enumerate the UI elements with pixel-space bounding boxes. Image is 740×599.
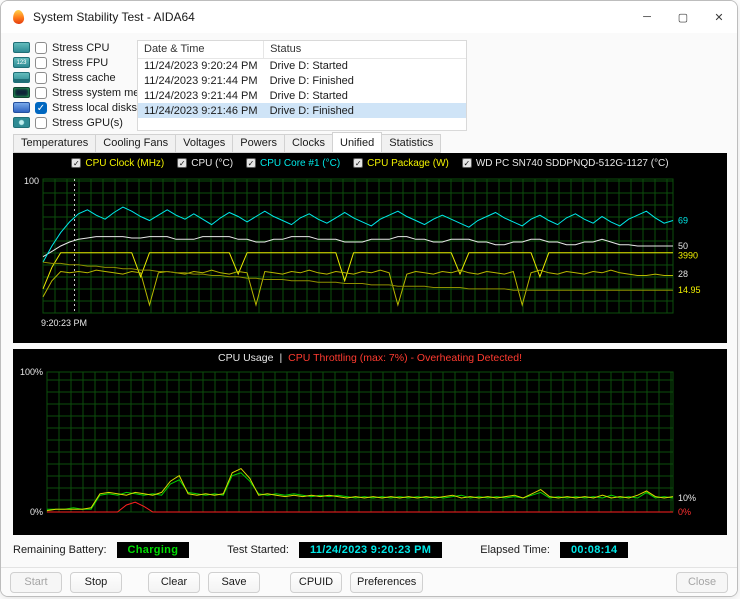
log-cell: Drive D: Started xyxy=(269,59,348,72)
tab-bar: Temperatures Cooling Fans Voltages Powers Cl… xyxy=(13,132,442,153)
stress-cache-checkbox[interactable] xyxy=(35,71,47,84)
legend-checkbox-cpu-c-[interactable]: ✓ xyxy=(177,158,188,168)
log-row[interactable]: 11/24/2023 9:21:44 PM Drive D: Finished xyxy=(138,73,466,88)
svg-text:3990: 3990 xyxy=(678,250,698,260)
log-column-header: Status xyxy=(263,41,466,59)
stress-option-label: Stress GPU(s) xyxy=(52,116,123,129)
start-button[interactable]: Start xyxy=(10,571,62,593)
clear-button[interactable]: Clear xyxy=(148,571,200,593)
svg-text:69: 69 xyxy=(678,216,688,226)
tab-statistics[interactable]: Statistics xyxy=(381,134,442,153)
preferences-button[interactable]: Preferences xyxy=(350,571,424,593)
tab-powers[interactable]: Powers xyxy=(232,134,285,153)
stress-system-memory-checkbox[interactable] xyxy=(35,86,47,99)
log-cell: 11/24/2023 9:20:24 PM xyxy=(144,59,258,72)
status-bar: Remaining Battery: Charging Test Started… xyxy=(13,542,725,558)
svg-text:9:20:23 PM: 9:20:23 PM xyxy=(41,318,87,328)
memory-icon xyxy=(13,87,30,98)
tab-cooling-fans[interactable]: Cooling Fans xyxy=(95,134,177,153)
cache-icon xyxy=(13,72,30,83)
unified-sensor-graph: 695039902814.951009:20:23 PM xyxy=(24,176,701,328)
event-log-header: Date & Time Status xyxy=(138,41,466,59)
stress-option-label: Stress CPU xyxy=(52,41,110,54)
save-button[interactable]: Save xyxy=(208,571,260,593)
test-started-value: 11/24/2023 9:20:23 PM xyxy=(299,542,443,558)
log-cell: 11/24/2023 9:21:46 PM xyxy=(144,104,258,117)
log-cell: 11/24/2023 9:21:44 PM xyxy=(144,89,258,102)
event-log-table[interactable]: Date & Time Status 11/24/2023 9:20:24 PM D… xyxy=(137,40,467,131)
stress-option-label: Stress local disks xyxy=(52,101,137,114)
cpu-usage-title-text: CPU Usage xyxy=(217,352,274,364)
button-bar: Start Stop Clear Save CPUID Preferences … xyxy=(1,567,737,596)
log-cell: Drive D: Finished xyxy=(269,104,354,117)
legend-item-cpu-c-: ✓ CPU (°C) xyxy=(177,158,233,169)
cpuid-button[interactable]: CPUID xyxy=(290,571,342,593)
cpu-usage-chart-title: CPU Usage | CPU Throttling (max: 7%) - O… xyxy=(13,349,727,367)
stop-button[interactable]: Stop xyxy=(70,571,122,593)
cpu-usage-graph: 10% 0% 100% 0% xyxy=(20,367,696,517)
svg-text:14.95: 14.95 xyxy=(678,285,701,295)
svg-text:0%: 0% xyxy=(678,507,691,517)
svg-text:10%: 10% xyxy=(678,493,696,503)
tab-unified[interactable]: Unified xyxy=(332,132,383,153)
log-cell: Drive D: Finished xyxy=(269,74,354,87)
app-flame-icon xyxy=(12,9,25,25)
unified-chart-panel: ✓ CPU Clock (MHz) ✓ CPU (°C) ✓ CPU Core #1 (°… xyxy=(13,153,727,343)
elapsed-time-value: 00:08:14 xyxy=(559,542,629,558)
minimize-button[interactable]: ─ xyxy=(629,2,665,32)
stress-option-label: Stress cache xyxy=(52,71,116,84)
log-column-header: Date & Time xyxy=(138,41,264,59)
stress-local-disks-checkbox[interactable]: ✓ xyxy=(35,101,47,114)
system-stability-test-window: System Stability Test - AIDA64 ─ ▢ ✕ Str… xyxy=(0,0,738,597)
stress-fpu-checkbox[interactable] xyxy=(35,56,47,69)
stress-gpu-s--checkbox[interactable] xyxy=(35,116,47,129)
legend-label: CPU Core #1 (°C) xyxy=(260,157,341,169)
title-separator: | xyxy=(279,352,283,364)
window-title: System Stability Test - AIDA64 xyxy=(33,10,195,24)
stress-option-label: Stress FPU xyxy=(52,56,109,69)
svg-text:0%: 0% xyxy=(30,507,43,517)
legend-checkbox-cpu-package-w-[interactable]: ✓ xyxy=(353,158,364,168)
legend-checkbox-wd-pc-sn740-sddpnqd-512g-1127-c-[interactable]: ✓ xyxy=(461,158,472,168)
gpu-icon xyxy=(13,117,30,128)
fpu-icon: 123 xyxy=(13,57,30,68)
svg-text:100: 100 xyxy=(24,176,39,186)
elapsed-time-label: Elapsed Time: xyxy=(480,544,550,556)
disk-icon xyxy=(13,102,30,113)
battery-label: Remaining Battery: xyxy=(13,544,107,556)
close-button[interactable]: Close xyxy=(676,571,728,593)
log-row[interactable]: 11/24/2023 9:20:24 PM Drive D: Started xyxy=(138,58,466,73)
tab-clocks[interactable]: Clocks xyxy=(283,134,333,153)
log-cell: 11/24/2023 9:21:44 PM xyxy=(144,74,258,87)
chart-legend: ✓ CPU Clock (MHz) ✓ CPU (°C) ✓ CPU Core #1 (°… xyxy=(13,153,727,173)
titlebar: System Stability Test - AIDA64 ─ ▢ ✕ xyxy=(1,1,737,33)
stress-cpu-checkbox[interactable] xyxy=(35,41,47,54)
legend-item-cpu-clock-mhz-: ✓ CPU Clock (MHz) xyxy=(71,158,164,169)
legend-label: WD PC SN740 SDDPNQD-512G-1127 (°C) xyxy=(475,157,669,169)
battery-value: Charging xyxy=(116,542,190,558)
tab-temperatures[interactable]: Temperatures xyxy=(13,134,97,153)
svg-text:100%: 100% xyxy=(20,367,43,377)
log-row[interactable]: 11/24/2023 9:21:46 PM Drive D: Finished xyxy=(138,103,466,118)
test-started-label: Test Started: xyxy=(227,544,289,556)
legend-label: CPU Package (W) xyxy=(367,157,449,169)
cpu-icon xyxy=(13,42,30,53)
maximize-button[interactable]: ▢ xyxy=(665,2,701,32)
tab-voltages[interactable]: Voltages xyxy=(175,134,234,153)
legend-item-cpu-package-w-: ✓ CPU Package (W) xyxy=(353,158,449,169)
legend-checkbox-cpu-core-1-c-[interactable]: ✓ xyxy=(246,158,257,168)
legend-label: CPU Clock (MHz) xyxy=(85,157,165,169)
svg-text:28: 28 xyxy=(678,269,688,279)
log-cell: Drive D: Started xyxy=(269,89,348,102)
cpu-throttling-warning-text: CPU Throttling (max: 7%) - Overheating D… xyxy=(288,352,522,364)
legend-checkbox-cpu-clock-mhz-[interactable]: ✓ xyxy=(71,158,82,168)
legend-item-cpu-core-1-c-: ✓ CPU Core #1 (°C) xyxy=(246,158,340,169)
log-row[interactable]: 11/24/2023 9:21:44 PM Drive D: Started xyxy=(138,88,466,103)
legend-item-wd-pc-sn740-sddpnqd-512g-1127-c-: ✓ WD PC SN740 SDDPNQD-512G-1127 (°C) xyxy=(461,157,669,169)
legend-label: CPU (°C) xyxy=(191,157,234,169)
close-window-button[interactable]: ✕ xyxy=(701,2,737,32)
cpu-usage-chart-panel: CPU Usage | CPU Throttling (max: 7%) - O… xyxy=(13,349,727,535)
